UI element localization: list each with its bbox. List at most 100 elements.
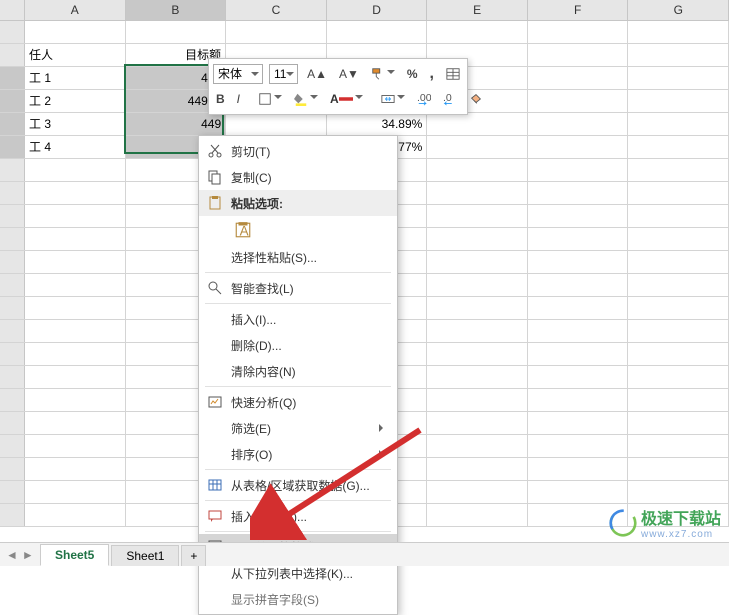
menu-insert-comment[interactable]: 插入批注(M)... (199, 503, 397, 529)
menu-clear[interactable]: 清除内容(N) (199, 358, 397, 384)
cell[interactable]: 工 3 (25, 113, 126, 135)
cell[interactable] (628, 159, 729, 181)
col-B[interactable]: B (126, 0, 227, 20)
cell[interactable] (628, 481, 729, 503)
select-all-corner[interactable] (0, 0, 25, 20)
comma-style-icon[interactable]: , (427, 63, 437, 85)
cell[interactable]: 工 4 (25, 136, 126, 158)
cell[interactable] (628, 297, 729, 319)
cell[interactable] (25, 412, 126, 434)
cell[interactable] (528, 481, 629, 503)
cell[interactable] (628, 320, 729, 342)
cell[interactable] (528, 205, 629, 227)
menu-pinyin[interactable]: 显示拼音字段(S) (199, 586, 397, 612)
cell[interactable] (25, 389, 126, 411)
cell[interactable] (628, 458, 729, 480)
cell[interactable] (25, 21, 126, 43)
cell[interactable] (528, 90, 629, 112)
merge-icon[interactable] (378, 88, 408, 110)
format-painter-icon[interactable] (368, 63, 398, 85)
cell[interactable] (25, 458, 126, 480)
menu-smart-lookup[interactable]: 智能查找(L) (199, 275, 397, 301)
cell[interactable] (628, 435, 729, 457)
menu-delete[interactable]: 删除(D)... (199, 332, 397, 358)
row-header[interactable] (0, 320, 25, 342)
sheet-tab-active[interactable]: Sheet5 (40, 544, 109, 566)
cell[interactable] (427, 228, 528, 250)
increase-font-icon[interactable]: A▲ (304, 63, 330, 85)
cell[interactable] (427, 412, 528, 434)
row-header[interactable] (0, 412, 25, 434)
cell[interactable] (528, 389, 629, 411)
cell[interactable] (528, 435, 629, 457)
row-header[interactable] (0, 67, 25, 89)
cell[interactable] (25, 366, 126, 388)
cell[interactable] (427, 389, 528, 411)
cell[interactable] (427, 504, 528, 526)
cell[interactable] (628, 251, 729, 273)
cell[interactable]: 工 1 (25, 67, 126, 89)
cell[interactable] (427, 274, 528, 296)
cell[interactable] (528, 136, 629, 158)
cell[interactable] (528, 21, 629, 43)
cell[interactable] (528, 366, 629, 388)
font-family-select[interactable]: 宋体 (213, 64, 263, 84)
font-size-select[interactable]: 11 (269, 64, 298, 84)
cell[interactable] (528, 274, 629, 296)
cell[interactable] (427, 366, 528, 388)
col-G[interactable]: G (628, 0, 729, 20)
cell[interactable] (25, 435, 126, 457)
cell[interactable] (25, 297, 126, 319)
cell[interactable] (628, 412, 729, 434)
paste-option-default[interactable]: A (231, 218, 255, 242)
font-color-icon[interactable]: A (327, 88, 366, 110)
cell[interactable] (628, 21, 729, 43)
cell[interactable] (628, 67, 729, 89)
decimal-icon[interactable]: .00 (414, 88, 434, 110)
row-header[interactable] (0, 435, 25, 457)
row-header[interactable] (0, 205, 25, 227)
cell[interactable] (628, 228, 729, 250)
col-C[interactable]: C (226, 0, 327, 20)
cell[interactable] (427, 251, 528, 273)
cell[interactable]: 任人 (25, 44, 126, 66)
menu-from-table[interactable]: 从表格/区域获取数据(G)... (199, 472, 397, 498)
menu-cut[interactable]: 剪切(T) (199, 138, 397, 164)
cell[interactable] (126, 21, 227, 43)
row-header[interactable] (0, 389, 25, 411)
cell[interactable]: 449 (126, 113, 227, 135)
cell[interactable] (628, 366, 729, 388)
row-header[interactable] (0, 366, 25, 388)
fill-color-icon[interactable] (291, 88, 321, 110)
col-D[interactable]: D (327, 0, 428, 20)
cell[interactable] (528, 228, 629, 250)
row-header[interactable] (0, 182, 25, 204)
italic-icon[interactable]: I (234, 88, 243, 110)
row-header[interactable] (0, 90, 25, 112)
table-format-icon[interactable] (443, 63, 463, 85)
row-header[interactable] (0, 44, 25, 66)
cell[interactable] (427, 343, 528, 365)
cell[interactable] (427, 205, 528, 227)
cell[interactable] (528, 113, 629, 135)
row-header[interactable] (0, 504, 25, 526)
cell[interactable] (427, 435, 528, 457)
row-header[interactable] (0, 228, 25, 250)
row-header[interactable] (0, 136, 25, 158)
row-header[interactable] (0, 21, 25, 43)
cell[interactable] (628, 113, 729, 135)
cell[interactable] (427, 182, 528, 204)
new-sheet-button[interactable]: + (181, 545, 206, 566)
cell[interactable] (25, 320, 126, 342)
cell[interactable] (25, 504, 126, 526)
menu-paste-special[interactable]: 选择性粘贴(S)... (199, 244, 397, 270)
cell[interactable]: 工 2 (25, 90, 126, 112)
cell[interactable] (427, 136, 528, 158)
cell[interactable] (528, 343, 629, 365)
decrease-font-icon[interactable]: A▼ (336, 63, 362, 85)
row-header[interactable] (0, 159, 25, 181)
menu-filter[interactable]: 筛选(E) (199, 415, 397, 441)
cell[interactable] (427, 21, 528, 43)
cell[interactable] (25, 228, 126, 250)
cell[interactable] (628, 44, 729, 66)
